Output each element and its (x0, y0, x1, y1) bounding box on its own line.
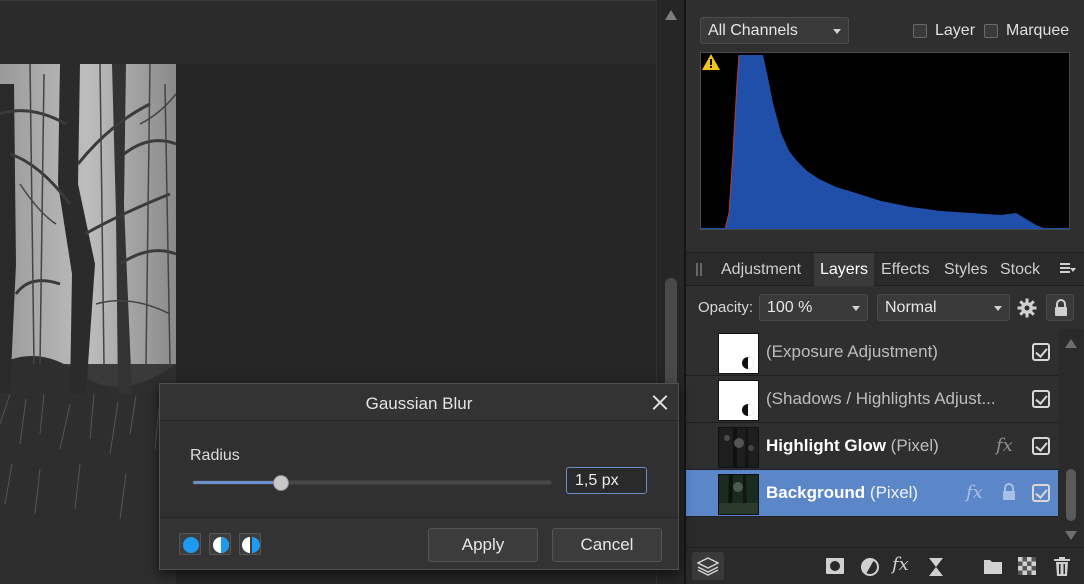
gaussian-blur-dialog: Gaussian Blur Radius Apply Cancel (159, 383, 679, 570)
folder-icon[interactable] (983, 557, 1003, 575)
preview-full-icon (183, 537, 199, 553)
tab-styles[interactable]: Styles (938, 253, 994, 286)
close-icon[interactable] (650, 392, 670, 412)
panel-tab-bar: Adjustment Layers Effects Styles Stock (686, 252, 1084, 286)
layer-visibility-checkbox[interactable] (1032, 484, 1050, 502)
layer-name: Background (Pixel) (766, 483, 919, 502)
layers-toolbar: fx (686, 547, 1084, 584)
preview-mirror-icon (242, 537, 260, 553)
histogram-graph (700, 52, 1070, 230)
fx-icon[interactable]: fx (996, 435, 1013, 456)
marquee-checkbox-label: Marquee (1006, 22, 1070, 39)
lock-icon[interactable] (1002, 483, 1016, 501)
canvas-top-region (0, 0, 656, 64)
forest-thumbnail-image (719, 475, 758, 514)
chevron-down-icon (994, 306, 1002, 311)
preview-split-icon (213, 537, 229, 553)
tab-adjustment[interactable]: Adjustment (715, 253, 807, 286)
trash-icon[interactable] (1054, 557, 1070, 576)
opacity-value: 100 % (767, 299, 813, 316)
tab-stock[interactable]: Stock (994, 253, 1046, 286)
dialog-titlebar[interactable]: Gaussian Blur (160, 384, 678, 421)
adjustment-icon (741, 403, 755, 417)
opacity-label: Opacity: (698, 299, 754, 316)
dialog-footer: Apply Cancel (160, 519, 678, 569)
right-panel: All Channels Layer Marquee Adjustment La… (686, 0, 1084, 584)
forest-photo-image (0, 64, 176, 584)
layer-name: Highlight Glow (Pixel) (766, 436, 939, 455)
apply-button[interactable]: Apply (428, 528, 538, 562)
adjustment-icon[interactable] (860, 557, 880, 577)
layer-checkbox-label: Layer (935, 22, 976, 39)
layer-row-exposure-adjustment[interactable]: (Exposure Adjustment) (686, 329, 1058, 376)
channel-dropdown-value: All Channels (708, 22, 798, 39)
layer-name: (Exposure Adjustment) (766, 342, 938, 361)
layer-visibility-checkbox[interactable] (1032, 390, 1050, 408)
preview-split-button[interactable] (209, 533, 231, 555)
chevron-down-icon (852, 306, 860, 311)
layers-stack-icon (697, 557, 719, 576)
channel-dropdown[interactable]: All Channels (700, 17, 849, 44)
preview-mirror-button[interactable] (239, 533, 261, 555)
layer-thumbnail (718, 427, 759, 468)
gear-icon[interactable] (1017, 298, 1037, 318)
dialog-body: Radius (160, 422, 678, 518)
layers-stack-button[interactable] (692, 552, 724, 580)
layer-thumbnail (718, 474, 759, 515)
layer-visibility-checkbox[interactable] (1032, 437, 1050, 455)
panel-grip-icon[interactable] (696, 263, 702, 276)
tab-effects[interactable]: Effects (875, 253, 936, 286)
canvas-scroll-thumb[interactable] (665, 278, 677, 398)
fx-icon[interactable]: fx (892, 554, 909, 575)
lock-icon (1055, 299, 1067, 316)
dialog-title: Gaussian Blur (365, 394, 473, 413)
chevron-down-icon (833, 29, 841, 34)
layer-options-row: Opacity: 100 % Normal (686, 287, 1084, 329)
layer-row-highlight-glow[interactable]: Highlight Glow (Pixel) fx (686, 423, 1058, 470)
adjustment-icon (741, 356, 755, 370)
opacity-dropdown[interactable]: 100 % (759, 294, 868, 321)
panel-menu-icon[interactable] (1060, 263, 1076, 275)
canvas-photo[interactable] (0, 64, 176, 584)
scroll-down-arrow-icon[interactable] (1065, 531, 1077, 540)
layer-checkbox[interactable]: Layer (913, 20, 975, 42)
radius-slider-fill (193, 481, 281, 484)
forest-thumbnail-image (719, 428, 758, 467)
radius-slider-handle[interactable] (272, 475, 289, 491)
blend-mode-dropdown[interactable]: Normal (877, 294, 1010, 321)
warning-icon[interactable] (701, 53, 721, 71)
layer-row-background[interactable]: Background (Pixel) fx (686, 470, 1058, 517)
live-filter-icon[interactable] (928, 557, 944, 577)
layers-scrollbar[interactable] (1058, 329, 1084, 547)
histogram-curve (701, 54, 1069, 229)
lock-layer-button[interactable] (1046, 294, 1074, 321)
radius-label: Radius (190, 447, 240, 464)
mask-layer-icon[interactable] (825, 557, 845, 575)
histogram-panel: All Channels Layer Marquee (686, 0, 1084, 252)
add-pixel-layer-icon[interactable] (1018, 557, 1036, 575)
fx-icon[interactable]: fx (966, 482, 983, 503)
layer-checkbox-box[interactable] (913, 24, 927, 38)
layer-thumbnail (718, 380, 759, 421)
marquee-checkbox[interactable]: Marquee (984, 20, 1069, 42)
layer-row-shadows-highlights[interactable]: (Shadows / Highlights Adjust... (686, 376, 1058, 423)
layer-name: (Shadows / Highlights Adjust... (766, 389, 996, 408)
layers-scroll-thumb[interactable] (1066, 469, 1076, 521)
scroll-up-arrow-icon[interactable] (665, 10, 677, 20)
app-window: All Channels Layer Marquee Adjustment La… (0, 0, 1084, 584)
preview-full-button[interactable] (179, 533, 201, 555)
cancel-button[interactable]: Cancel (552, 528, 662, 562)
marquee-checkbox-box[interactable] (984, 24, 998, 38)
scroll-up-arrow-icon[interactable] (1065, 339, 1077, 348)
radius-slider[interactable] (192, 475, 552, 491)
tab-layers[interactable]: Layers (814, 253, 875, 286)
layers-list: (Exposure Adjustment) (Shadows / Highlig… (686, 329, 1058, 547)
blend-mode-value: Normal (885, 299, 937, 316)
radius-input[interactable] (566, 467, 647, 494)
layer-visibility-checkbox[interactable] (1032, 343, 1050, 361)
layer-thumbnail (718, 333, 759, 374)
